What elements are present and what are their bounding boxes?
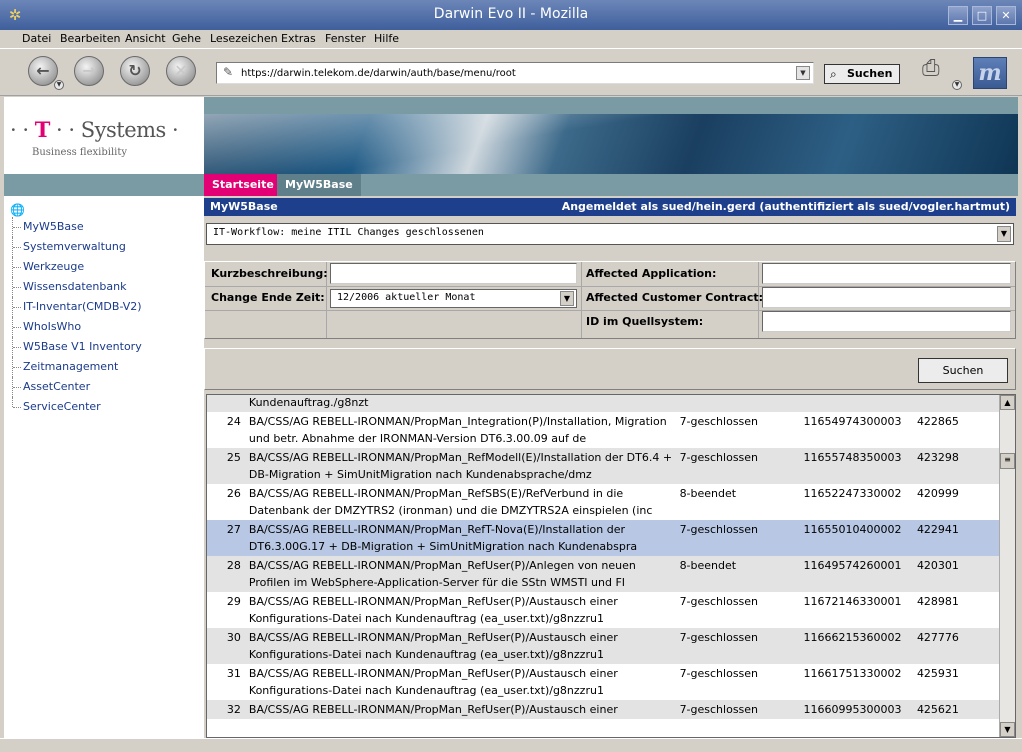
web-search-button[interactable]: ⌕ Suchen [824,64,900,84]
menu-lesezeichen[interactable]: Lesezeichen [210,32,278,45]
id-quellsystem-input[interactable] [762,311,1011,332]
results-table: Kundenauftrag./g8nzt 24 BA/CSS/AG REBELL… [207,395,999,719]
window-titlebar: ✲ Darwin Evo II - Mozilla ▁ □ ✕ [0,0,1022,30]
change-ende-zeit-value: 12/2006 aktueller Monat [337,292,476,303]
affected-customer-contract-label: Affected Customer Contract: [586,291,764,304]
nav-item-myw5base[interactable]: MyW5Base [12,217,202,237]
url-bar[interactable]: ✎ ▼ [216,62,814,84]
back-history-dropdown[interactable]: ▼ [54,80,64,90]
banner-top-strip [204,97,1018,114]
table-row[interactable]: 30 BA/CSS/AG REBELL-IRONMAN/PropMan_RefU… [207,628,999,664]
menu-datei[interactable]: Datei [22,32,51,45]
menu-extras[interactable]: Extras [281,32,316,45]
reload-button[interactable]: ↻ [120,56,150,86]
change-ende-zeit-label: Change Ende Zeit: [211,291,325,304]
print-dropdown[interactable]: ▼ [952,80,962,90]
workflow-select[interactable]: IT-Workflow: meine ITIL Changes geschlos… [206,223,1014,245]
stop-button[interactable]: ✕ [166,56,196,86]
nav-item-assetcenter[interactable]: AssetCenter [12,377,202,397]
affected-customer-contract-input[interactable] [762,287,1011,308]
nav-item-werkzeuge[interactable]: Werkzeuge [12,257,202,277]
table-row[interactable]: 29 BA/CSS/AG REBELL-IRONMAN/PropMan_RefU… [207,592,999,628]
mozilla-throbber-icon[interactable]: m [973,57,1007,89]
status-bar [0,738,1022,752]
nav-item-w5base-v1-inventory[interactable]: W5Base V1 Inventory [12,337,202,357]
table-row[interactable]: 25 BA/CSS/AG REBELL-IRONMAN/PropMan_RefM… [207,448,999,484]
close-button[interactable]: ✕ [996,6,1016,25]
workflow-select-value: IT-Workflow: meine ITIL Changes geschlos… [213,227,484,238]
tab-startseite[interactable]: Startseite [204,174,282,196]
reload-icon: ↻ [128,61,142,80]
change-ende-zeit-select[interactable]: 12/2006 aktueller Monat ▼ [330,289,577,308]
menu-fenster[interactable]: Fenster [325,32,366,45]
left-tab-strip [4,174,204,196]
table-row[interactable]: 24 BA/CSS/AG REBELL-IRONMAN/PropMan_Inte… [207,412,999,448]
table-row[interactable]: 31 BA/CSS/AG REBELL-IRONMAN/PropMan_RefU… [207,664,999,700]
table-row[interactable]: 28 BA/CSS/AG REBELL-IRONMAN/PropMan_RefU… [207,556,999,592]
chevron-down-icon[interactable]: ▼ [997,226,1011,242]
nav-item-it-inventar[interactable]: IT-Inventar(CMDB-V2) [12,297,202,317]
page-content: · · T · · Systems · Business flexibility… [4,97,1018,738]
action-bar: Suchen [204,348,1016,390]
back-button[interactable]: ← [28,56,58,86]
kurzbeschreibung-input[interactable] [330,263,577,284]
nav-item-servicecenter[interactable]: ServiceCenter [12,397,202,417]
menu-bearbeiten[interactable]: Bearbeiten [60,32,120,45]
id-quellsystem-label: ID im Quellsystem: [586,315,704,328]
menu-hilfe[interactable]: Hilfe [374,32,399,45]
tab-strip: Startseite MyW5Base [204,174,1018,196]
module-header: MyW5Base Angemeldet als sued/hein.gerd (… [204,198,1016,216]
menubar: Datei Bearbeiten Ansicht Gehe Lesezeiche… [0,30,1022,48]
table-row[interactable]: 32 BA/CSS/AG REBELL-IRONMAN/PropMan_RefU… [207,700,999,719]
window-title: Darwin Evo II - Mozilla [433,6,589,22]
stop-icon: ✕ [174,61,188,80]
table-row[interactable]: 26 BA/CSS/AG REBELL-IRONMAN/PropMan_RefS… [207,484,999,520]
scrollbar-thumb[interactable]: ≡ [1000,453,1015,469]
print-icon[interactable]: ⎙ [922,56,954,84]
nav-item-wissensdatenbank[interactable]: Wissensdatenbank [12,277,202,297]
menu-gehe[interactable]: Gehe [172,32,201,45]
search-button[interactable]: Suchen [918,358,1008,383]
login-info: Angemeldet als sued/hein.gerd (authentif… [561,200,1010,213]
tab-myw5base[interactable]: MyW5Base [277,174,361,196]
url-history-dropdown[interactable]: ▼ [796,66,810,80]
affected-application-input[interactable] [762,263,1011,284]
table-row[interactable]: Kundenauftrag./g8nzt [207,395,999,412]
sailing-banner-image [204,114,1018,174]
t-systems-logo: · · T · · Systems · Business flexibility [4,97,204,174]
affected-application-label: Affected Application: [586,267,717,280]
main-area: Startseite MyW5Base MyW5Base Angemeldet … [204,97,1018,738]
scroll-up-icon[interactable]: ▲ [1000,395,1015,410]
table-row-selected[interactable]: 27 BA/CSS/AG REBELL-IRONMAN/PropMan_RefT… [207,520,999,556]
results-scrollbar[interactable]: ▲ ≡ ▼ [999,395,1015,737]
results-list: Kundenauftrag./g8nzt 24 BA/CSS/AG REBELL… [206,394,1016,738]
maximize-button[interactable]: □ [972,6,992,25]
chevron-down-icon[interactable]: ▼ [560,291,574,306]
forward-button[interactable]: → [74,56,104,86]
scroll-down-icon[interactable]: ▼ [1000,722,1015,737]
web-search-label: Suchen [847,67,893,80]
nav-item-whoiswho[interactable]: WhoIsWho [12,317,202,337]
back-arrow-icon: ← [36,61,50,80]
menu-ansicht[interactable]: Ansicht [125,32,166,45]
minimize-button[interactable]: ▁ [948,6,968,25]
nav-item-zeitmanagement[interactable]: Zeitmanagement [12,357,202,377]
url-input[interactable] [241,66,789,81]
search-icon: ⌕ [830,67,837,81]
navigation-tree: MyW5Base Systemverwaltung Werkzeuge Wiss… [12,217,202,417]
filter-panel: Kurzbeschreibung: Change Ende Zeit: 12/2… [204,261,1016,339]
module-title: MyW5Base [210,200,278,213]
logo-tagline: Business flexibility [32,147,128,158]
left-panel: · · T · · Systems · Business flexibility… [4,97,204,738]
kurzbeschreibung-label: Kurzbeschreibung: [211,267,328,280]
page-icon: ✎ [223,65,234,79]
navigation-toolbar: ← ▼ → ↻ ✕ ✎ ▼ ⌕ Suchen ⎙ ▼ m [0,48,1022,96]
nav-item-systemverwaltung[interactable]: Systemverwaltung [12,237,202,257]
globe-icon[interactable]: 🌐 [10,203,25,217]
forward-arrow-icon: → [82,61,96,80]
